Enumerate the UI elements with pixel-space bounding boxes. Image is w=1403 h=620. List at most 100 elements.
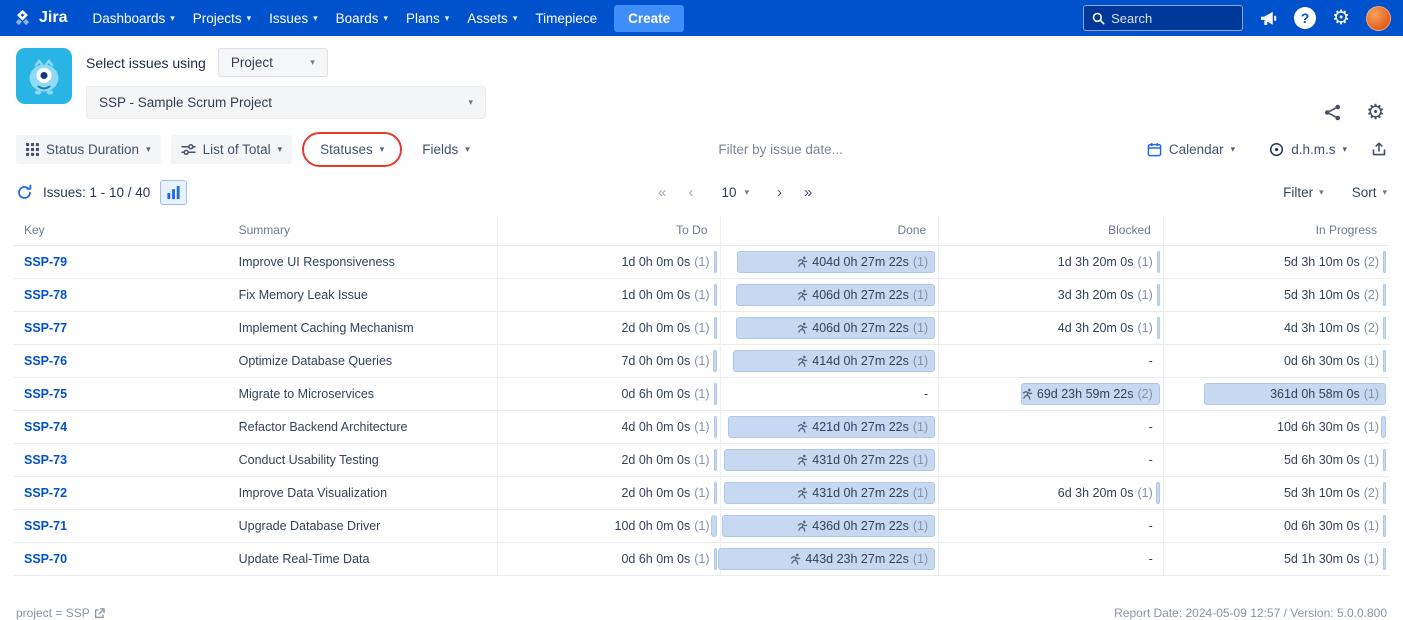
issue-table: Key Summary To Do Done Blocked In Progre… bbox=[14, 215, 1389, 576]
issue-key-link[interactable]: SSP-73 bbox=[24, 453, 67, 467]
search-input[interactable] bbox=[1111, 10, 1227, 26]
fields-button[interactable]: Fields ▾ bbox=[412, 135, 480, 164]
share-icon[interactable] bbox=[1323, 103, 1342, 122]
issue-key-link[interactable]: SSP-77 bbox=[24, 321, 67, 335]
help-icon[interactable]: ? bbox=[1294, 7, 1317, 29]
global-search[interactable] bbox=[1083, 5, 1244, 31]
export-icon[interactable] bbox=[1371, 141, 1387, 157]
issue-key-link[interactable]: SSP-71 bbox=[24, 519, 67, 533]
duration-count: (2) bbox=[1137, 387, 1153, 401]
jira-logo[interactable]: Jira bbox=[12, 8, 67, 29]
nav-assets[interactable]: Assets ▾ bbox=[458, 0, 526, 36]
duration-text: 1d 0h 0m 0s bbox=[621, 288, 691, 302]
chevron-down-icon: ▾ bbox=[170, 12, 175, 23]
first-page-button[interactable]: « bbox=[658, 185, 666, 200]
duration-text: 7d 0h 0m 0s bbox=[621, 354, 691, 368]
table-header-row: Key Summary To Do Done Blocked In Progre… bbox=[14, 215, 1389, 246]
statuses-button[interactable]: Statuses ▾ bbox=[310, 135, 394, 164]
page-size-select[interactable]: 10 ▾ bbox=[715, 181, 755, 204]
settings-gear-icon[interactable]: ⚙ bbox=[1366, 102, 1385, 123]
duration-text: 10d 6h 30m 0s bbox=[1277, 420, 1360, 434]
issue-key-link[interactable]: SSP-76 bbox=[24, 354, 67, 368]
next-page-button[interactable]: › bbox=[777, 185, 782, 200]
time-format-button[interactable]: d.h.m.s ▾ bbox=[1259, 135, 1357, 164]
chevron-down-icon: ▾ bbox=[1382, 186, 1387, 197]
duration-count: (1) bbox=[1363, 354, 1379, 368]
duration-text: 2d 0h 0m 0s bbox=[621, 486, 691, 500]
duration-text: 5d 6h 30m 0s bbox=[1283, 453, 1360, 467]
duration-text: 361d 0h 58m 0s bbox=[1270, 387, 1360, 401]
report-type-button[interactable]: Status Duration ▾ bbox=[16, 134, 161, 164]
duration-cell-done: 431d 0h 27m 22s (1) bbox=[719, 476, 939, 510]
duration-text: 406d 0h 27m 22s bbox=[812, 288, 909, 302]
duration-cell-blocked: - bbox=[938, 509, 1164, 543]
duration-cell-todo: 2d 0h 0m 0s (1) bbox=[496, 311, 721, 345]
empty-duration: - bbox=[923, 387, 929, 401]
nav-dashboards[interactable]: Dashboards ▾ bbox=[83, 0, 183, 36]
user-avatar[interactable] bbox=[1366, 5, 1391, 31]
nav-timepiece[interactable]: Timepiece bbox=[526, 0, 606, 36]
issue-key-link[interactable]: SSP-75 bbox=[24, 387, 67, 401]
table-row: SSP-76 Optimize Database Queries 7d 0h 0m … bbox=[14, 344, 1389, 378]
runner-icon bbox=[1022, 388, 1033, 400]
empty-duration: - bbox=[1148, 420, 1153, 434]
empty-duration: - bbox=[1148, 552, 1153, 566]
empty-duration: - bbox=[1148, 354, 1153, 368]
nav-projects[interactable]: Projects ▾ bbox=[184, 0, 260, 36]
filter-button[interactable]: Filter ▾ bbox=[1283, 185, 1324, 200]
duration-cell-inprogress: 5d 1h 30m 0s (1) bbox=[1162, 542, 1389, 576]
duration-count: (1) bbox=[1363, 552, 1379, 566]
statuses-annotation-circle: Statuses ▾ bbox=[302, 131, 403, 167]
gear-icon[interactable]: ⚙ bbox=[1332, 8, 1350, 28]
last-page-button[interactable]: » bbox=[804, 185, 812, 200]
duration-text: 1d 0h 0m 0s bbox=[621, 255, 691, 269]
issue-source-select[interactable]: Project ▾ bbox=[217, 48, 328, 77]
project-select[interactable]: SSP - Sample Scrum Project ▾ bbox=[86, 86, 486, 119]
duration-cell-done: 404d 0h 27m 22s (1) bbox=[719, 245, 939, 279]
column-header-blocked: Blocked bbox=[938, 215, 1164, 246]
duration-cell-inprogress: 5d 6h 30m 0s (1) bbox=[1162, 443, 1389, 477]
duration-count: (1) bbox=[694, 255, 710, 269]
runner-icon bbox=[797, 289, 808, 301]
nav-issues[interactable]: Issues ▾ bbox=[260, 0, 327, 36]
view-mode-button[interactable]: List of Total ▾ bbox=[170, 134, 293, 164]
issue-key-link[interactable]: SSP-74 bbox=[24, 420, 67, 434]
sort-button[interactable]: Sort ▾ bbox=[1352, 185, 1387, 200]
issue-summary-cell: Fix Memory Leak Issue bbox=[228, 278, 498, 312]
create-button[interactable]: Create bbox=[614, 4, 685, 32]
nav-boards[interactable]: Boards ▾ bbox=[327, 0, 397, 36]
column-header-summary: Summary bbox=[238, 223, 290, 237]
chevron-down-icon: ▾ bbox=[379, 143, 385, 154]
duration-cell-blocked: 69d 23h 59m 22s (2) bbox=[938, 377, 1164, 411]
calendar-button[interactable]: Calendar ▾ bbox=[1137, 135, 1245, 164]
duration-cell-done: 406d 0h 27m 22s (1) bbox=[719, 278, 939, 312]
issue-key-link[interactable]: SSP-72 bbox=[24, 486, 67, 500]
chart-view-button[interactable] bbox=[160, 179, 188, 205]
table-row: SSP-75 Migrate to Microservices 0d 6h 0m 0… bbox=[14, 377, 1389, 411]
duration-cell-inprogress: 4d 3h 10m 0s (2) bbox=[1162, 311, 1389, 345]
column-header-inprogress: In Progress bbox=[1162, 215, 1389, 246]
chevron-down-icon: ▾ bbox=[1342, 143, 1347, 154]
issue-summary-cell: Optimize Database Queries bbox=[228, 344, 498, 378]
issue-key-cell: SSP-73 bbox=[14, 443, 229, 477]
duration-cell-blocked: - bbox=[938, 542, 1164, 576]
duration-text: 0d 6h 0m 0s bbox=[621, 387, 691, 401]
issue-key-link[interactable]: SSP-70 bbox=[24, 552, 67, 566]
jql-query-link[interactable]: project = SSP bbox=[16, 606, 105, 620]
nav-plans[interactable]: Plans ▾ bbox=[397, 0, 458, 36]
duration-cell-inprogress: 10d 6h 30m 0s (1) bbox=[1162, 410, 1389, 444]
issue-key-link[interactable]: SSP-78 bbox=[24, 288, 67, 302]
issue-key-link[interactable]: SSP-79 bbox=[24, 255, 67, 269]
issue-key-cell: SSP-72 bbox=[14, 476, 229, 510]
duration-cell-inprogress: 361d 0h 58m 0s (1) bbox=[1162, 377, 1389, 411]
announcement-icon[interactable] bbox=[1259, 10, 1278, 27]
timepiece-app-icon bbox=[16, 48, 72, 104]
duration-text: 2d 0h 0m 0s bbox=[621, 453, 691, 467]
refresh-icon[interactable] bbox=[16, 184, 33, 201]
duration-text: 443d 23h 27m 22s bbox=[805, 552, 909, 566]
report-header: Select issues using Project ▾ SSP - Samp… bbox=[0, 36, 1403, 129]
issue-date-filter-input[interactable] bbox=[718, 141, 899, 157]
duration-cell-done: 421d 0h 27m 22s (1) bbox=[719, 410, 939, 444]
prev-page-button[interactable]: ‹ bbox=[688, 185, 693, 200]
time-format-icon bbox=[1269, 142, 1284, 157]
